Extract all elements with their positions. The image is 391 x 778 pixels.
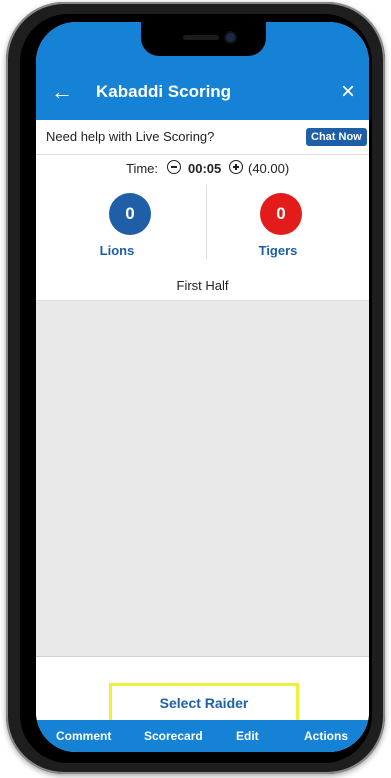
bottom-nav: Comment Scorecard Edit Actions [36,720,369,752]
page-title: Kabaddi Scoring [96,82,232,101]
app-header: ← Kabaddi Scoring × [36,66,369,120]
team-name: Tigers [258,243,298,258]
select-raider-button[interactable]: Select Raider [109,683,299,723]
help-text: Need help with Live Scoring? [46,129,215,144]
team-score: 0 [109,193,151,235]
action-panel: Select Raider [36,656,369,723]
plus-circle-icon[interactable] [229,160,243,174]
minus-circle-icon[interactable] [167,160,181,174]
team-score: 0 [260,193,302,235]
team-name: Lions [99,243,135,258]
scoring-content-area [36,301,369,656]
time-total: (40.00) [248,161,290,176]
nav-comment[interactable]: Comment [56,729,111,743]
chat-now-button[interactable]: Chat Now [306,128,367,146]
team-tigers[interactable]: 0 Tigers [207,183,369,271]
camera-icon [226,33,235,42]
match-timer: Time: 00:05 (40.00) [36,155,369,183]
nav-edit[interactable]: Edit [236,729,259,743]
help-bar: Need help with Live Scoring? Chat Now [36,120,369,155]
teams-scoreboard: 0 Lions 0 Tigers [36,183,369,272]
nav-actions[interactable]: Actions [304,729,348,743]
time-value: 00:05 [188,161,222,176]
app-screen: ← Kabaddi Scoring × Need help with Live … [36,22,369,752]
time-label: Time: [126,161,159,176]
arrow-left-icon[interactable]: ← [50,80,74,104]
nav-scorecard[interactable]: Scorecard [144,729,203,743]
speaker-grille [183,35,219,40]
close-icon[interactable]: × [336,80,360,104]
phone-notch [141,22,266,56]
half-label: First Half [176,278,229,293]
half-indicator: First Half [36,271,369,301]
team-lions[interactable]: 0 Lions [36,183,202,271]
